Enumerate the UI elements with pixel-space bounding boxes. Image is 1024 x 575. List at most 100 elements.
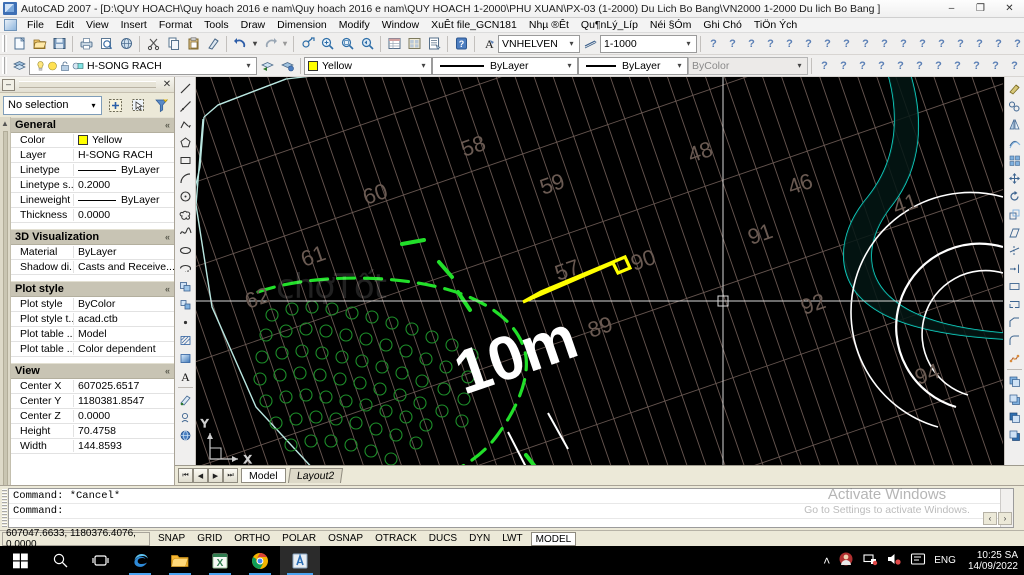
plot-icon[interactable]: [76, 34, 96, 53]
property-row-plot-style-table[interactable]: Plot style t... acad.ctb: [11, 312, 174, 327]
rail-up-icon[interactable]: ▲: [1, 119, 9, 128]
zoom-window-icon[interactable]: [337, 34, 357, 53]
status-toggle-lwt[interactable]: LWT: [498, 532, 526, 546]
status-toggle-ducs[interactable]: DUCS: [425, 532, 461, 546]
property-row-layer[interactable]: Layer H-SONG RACH: [11, 148, 174, 163]
help-mark-icon-1[interactable]: ?: [704, 35, 723, 53]
plot-preview-icon[interactable]: [96, 34, 116, 53]
selection-combo[interactable]: No selection ▾: [3, 95, 102, 115]
prev-layout-icon[interactable]: ◀: [193, 468, 208, 483]
ellipse-icon[interactable]: [176, 241, 195, 259]
property-row-linetype-scale[interactable]: Linetype s... 0.2000: [11, 178, 174, 193]
erase-icon[interactable]: [1005, 79, 1024, 97]
lineweight-combo[interactable]: ByLayer ▾: [578, 56, 688, 75]
tool-palettes-icon[interactable]: [424, 34, 444, 53]
help-mark2-icon-3[interactable]: ?: [853, 57, 872, 75]
rectangle-icon[interactable]: [176, 151, 195, 169]
property-value[interactable]: 70.4758: [74, 425, 174, 437]
property-row-lineweight[interactable]: Lineweight ByLayer: [11, 193, 174, 208]
maximize-button[interactable]: ❐: [966, 0, 995, 18]
chamfer-icon[interactable]: [1005, 313, 1024, 331]
status-toggle-snap[interactable]: SNAP: [154, 532, 189, 546]
chevron-down-icon[interactable]: ▾: [416, 58, 431, 74]
help-mark-icon-14[interactable]: ?: [951, 35, 970, 53]
revision-cloud-icon[interactable]: [176, 205, 195, 223]
menu-item-quanly-lop[interactable]: Qu¶nLý_Líp: [575, 18, 644, 33]
bring-above-object-icon[interactable]: [1005, 408, 1024, 426]
menu-item-insert[interactable]: Insert: [115, 18, 153, 33]
open-file-icon[interactable]: [29, 34, 49, 53]
zoom-previous-icon[interactable]: [357, 34, 377, 53]
property-value[interactable]: ByLayer: [74, 194, 174, 206]
property-value[interactable]: Model: [74, 328, 174, 340]
construction-line-icon[interactable]: [176, 97, 195, 115]
quick-select-icon[interactable]: [151, 95, 171, 115]
undo-dropdown-icon[interactable]: ▾: [250, 35, 260, 53]
menu-item-file[interactable]: File: [21, 18, 50, 33]
property-value[interactable]: ByColor: [74, 298, 174, 310]
dimension-scale-combo[interactable]: 1-1000 ▾: [600, 34, 697, 53]
help-mark2-icon-5[interactable]: ?: [891, 57, 910, 75]
move-icon[interactable]: [1005, 169, 1024, 187]
next-layout-icon[interactable]: ▶: [208, 468, 223, 483]
explode-icon[interactable]: [1005, 349, 1024, 367]
chevron-down-icon[interactable]: ▾: [86, 97, 101, 114]
status-toggle-grid[interactable]: GRID: [193, 532, 226, 546]
cut-icon[interactable]: [143, 34, 163, 53]
property-row-shadow-display[interactable]: Shadow di... Casts and Receive...: [11, 260, 174, 275]
break-at-point-icon[interactable]: [1005, 295, 1024, 313]
spline-icon[interactable]: [176, 223, 195, 241]
send-to-back-icon[interactable]: [1005, 390, 1024, 408]
hatch-icon[interactable]: [176, 331, 195, 349]
help-mark-icon-16[interactable]: ?: [989, 35, 1008, 53]
help-mark-icon-10[interactable]: ?: [875, 35, 894, 53]
toolbar-grip[interactable]: [2, 57, 7, 74]
property-value[interactable]: 0.2000: [74, 179, 174, 191]
text-style-combo[interactable]: VNHELVEN ▾: [498, 34, 580, 53]
help-mark2-icon-7[interactable]: ?: [929, 57, 948, 75]
properties-group-general[interactable]: General «: [11, 117, 174, 133]
command-line-grip[interactable]: [2, 489, 7, 527]
menu-item-dimension[interactable]: Dimension: [271, 18, 333, 33]
offset-icon[interactable]: [1005, 133, 1024, 151]
property-value[interactable]: 0.0000: [74, 209, 174, 221]
properties-group-plot-style[interactable]: Plot style «: [11, 281, 174, 297]
make-block-icon[interactable]: [176, 295, 195, 313]
property-row-color[interactable]: Color Yellow: [11, 133, 174, 148]
minimize-button[interactable]: –: [937, 0, 966, 18]
help-mark2-icon-8[interactable]: ?: [948, 57, 967, 75]
elliptical-arc-icon[interactable]: [176, 259, 195, 277]
help-mark2-icon-11[interactable]: ?: [1005, 57, 1024, 75]
chevron-down-icon[interactable]: ▾: [564, 36, 579, 52]
circle-icon[interactable]: [176, 187, 195, 205]
menu-item-edit[interactable]: Edit: [50, 18, 80, 33]
help-mark-icon-5[interactable]: ?: [780, 35, 799, 53]
toggle-pickadd-icon[interactable]: [105, 95, 125, 115]
excel-icon[interactable]: X: [200, 546, 240, 575]
help-mark2-icon-6[interactable]: ?: [910, 57, 929, 75]
line-icon[interactable]: [176, 79, 195, 97]
properties-scroll-thumb[interactable]: [2, 131, 8, 510]
tab-layout2[interactable]: Layout2: [287, 468, 344, 483]
layer-states-icon[interactable]: [277, 56, 297, 75]
status-toggle-otrack[interactable]: OTRACK: [371, 532, 421, 546]
layer-combo[interactable]: H-SONG RACH ▾: [29, 56, 257, 75]
help-mark2-icon-10[interactable]: ?: [986, 57, 1005, 75]
collapse-chevron-icon[interactable]: «: [165, 232, 170, 242]
chevron-down-icon[interactable]: ▾: [681, 36, 696, 52]
property-row-plot-style[interactable]: Plot style ByColor: [11, 297, 174, 312]
task-view-icon[interactable]: [80, 546, 120, 575]
help-mark-icon-15[interactable]: ?: [970, 35, 989, 53]
help-mark-icon-12[interactable]: ?: [913, 35, 932, 53]
edge-icon[interactable]: [120, 546, 160, 575]
property-value[interactable]: Color dependent: [74, 343, 174, 355]
properties-palette-icon[interactable]: [384, 34, 404, 53]
rotate-icon[interactable]: [1005, 187, 1024, 205]
trim-icon[interactable]: [1005, 241, 1024, 259]
save-file-icon[interactable]: [49, 34, 69, 53]
menu-item-xuat-file-gcn181[interactable]: XuÊt file_GCN181: [425, 18, 523, 33]
start-button[interactable]: [0, 546, 40, 575]
cadastral-drawing[interactable]: X Y 58 59 60 61 62 57 90 89 91 92 46 41: [196, 77, 1003, 485]
property-value[interactable]: acad.ctb: [74, 313, 174, 325]
region-icon[interactable]: [176, 426, 195, 444]
